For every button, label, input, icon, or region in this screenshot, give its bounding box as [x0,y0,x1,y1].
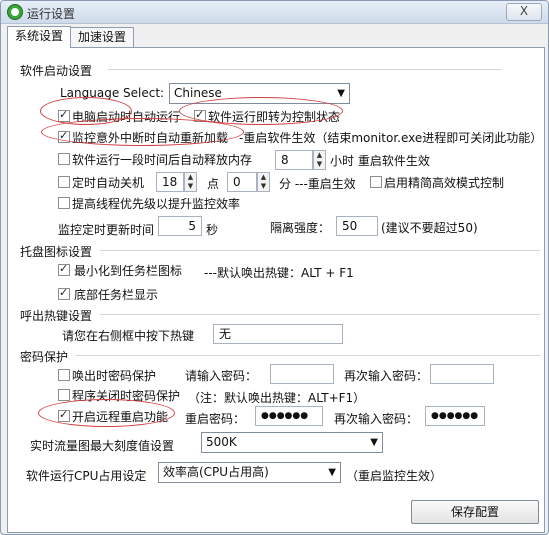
hotkey-prompt: 请您在右侧框中按下热键 [62,329,195,343]
refresh-interval-label: 监控定时更新时间 [58,223,155,237]
traffic-scale-value: 500K [206,435,237,449]
release-memory-unit: 小时 重启软件生效 [330,154,430,168]
cpu-usage-label: 软件运行CPU占用设定 [26,469,147,483]
thread-priority-label: 提高线程优先级以提升监控效率 [72,197,241,211]
traffic-scale-select[interactable]: 500K ▼ [201,432,383,453]
taskbar-display-label: 底部任务栏显示 [74,288,159,302]
window-title: 运行设置 [27,7,76,21]
chevron-down-icon: ▼ [370,437,378,448]
annotation-circle [38,399,175,427]
settings-window: 运行设置 X 系统设置 加速设置 软件启动设置 Language Select:… [0,0,549,535]
tab-system-settings[interactable]: 系统设置 [7,26,71,48]
shutdown-hour-input[interactable]: 18 [156,172,184,192]
tray-hotkey-note: ---默认唤出热键：ALT + F1 [204,266,354,280]
shutdown-minute-spinner[interactable]: ▲ ▼ [257,172,270,192]
section-title-tray: 托盘图标设置 [20,245,93,259]
restart-confirm-label: 再次输入密码： [334,412,419,426]
shutdown-minute-input[interactable]: 0 [227,172,257,192]
shutdown-hour-spinner[interactable]: ▲ ▼ [184,172,197,192]
taskbar-display-checkbox[interactable] [58,286,70,300]
confirm-password-label: 再次输入密码： [344,369,429,383]
auto-reload-note: -重启软件生效（结束monitor.exe进程即可关闭此功能） [239,131,543,145]
restart-password-input[interactable]: ●●●●●● [255,406,323,426]
title-bar: 运行设置 X [1,1,548,24]
minimize-to-tray-label: 最小化到任务栏图标 [74,264,183,278]
restart-password-label: 重启密码： [185,412,246,426]
section-title-hotkey: 呼出热键设置 [20,309,93,323]
precise-mode-checkbox[interactable] [370,176,382,188]
language-value: Chinese [174,86,222,100]
cpu-usage-select[interactable]: 效率高(CPU占用高) ▼ [158,462,341,483]
minimize-to-tray-checkbox[interactable] [58,262,70,276]
wake-password-label: 唤出时密码保护 [72,369,157,383]
save-config-button[interactable]: 保存配置 [411,500,539,524]
thread-priority-checkbox[interactable] [58,197,70,209]
traffic-scale-label: 实时流量图最大刻度值设置 [30,439,175,453]
close-button[interactable]: X [506,3,542,21]
shutdown-minute-unit: 分 ---重启生效 [279,177,356,191]
enter-password-label: 请输入密码： [185,369,258,383]
scheduled-shutdown-checkbox[interactable] [58,176,70,188]
confirm-password-input[interactable] [430,364,494,384]
shutdown-hour-unit: 点 [207,177,220,191]
release-memory-hours-input[interactable]: 8 [275,150,313,170]
divider [100,250,540,251]
tab-acceleration-settings[interactable]: 加速设置 [70,27,134,47]
precise-mode-label: 启用精简高效模式控制 [384,176,505,190]
password-input[interactable] [270,364,334,384]
isolation-label: 隔离强度： [270,221,331,235]
chevron-down-icon: ▼ [337,88,345,99]
release-memory-spinner[interactable]: ▲ ▼ [313,150,326,170]
release-memory-checkbox[interactable] [58,153,70,165]
divider [108,69,501,70]
chevron-down-icon: ▼ [328,467,336,478]
cpu-usage-note: （重启监控生效） [346,469,443,483]
scheduled-shutdown-label: 定时自动关机 [72,176,145,190]
divider [100,314,540,315]
close-password-checkbox[interactable] [58,389,70,401]
app-icon [7,4,23,20]
wake-password-checkbox[interactable] [58,369,70,381]
refresh-interval-unit: 秒 [206,223,219,237]
isolation-input[interactable]: 50 [336,216,378,236]
divider [76,355,540,356]
annotation-circle [41,118,244,146]
cpu-usage-value: 效率高(CPU占用高) [163,465,269,479]
section-title-startup: 软件启动设置 [20,64,93,78]
isolation-note: (建议不要超过50) [381,221,478,235]
restart-confirm-input[interactable]: ●●●●●● [425,406,485,426]
refresh-interval-input[interactable]: 5 [158,216,202,236]
close-password-note: （注：默认唤出热键：ALT+F1） [188,391,366,405]
section-title-password: 密码保护 [20,350,69,364]
hotkey-input[interactable]: 无 [213,324,343,344]
settings-panel: 软件启动设置 Language Select: Chinese ▼ 电脑启动时自… [7,47,545,533]
release-memory-label: 软件运行一段时间后自动释放内存 [72,153,253,167]
